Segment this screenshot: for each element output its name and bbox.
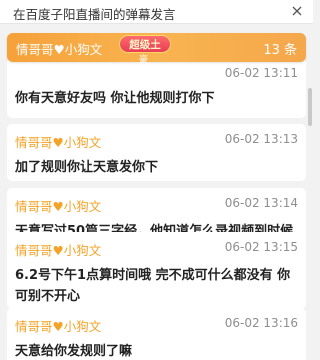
super-tycoon-badge: 超级土 xyxy=(119,35,171,53)
message-count: 13 条 xyxy=(263,43,297,58)
message-user: 情哥哥♥小狗文 xyxy=(15,135,102,150)
message-time: 06-02 13:14 xyxy=(224,196,298,210)
message-time: 06-02 13:15 xyxy=(224,240,298,254)
message-time: 06-02 13:11 xyxy=(224,66,298,80)
list-item: 情哥哥♥小狗文 06-02 13:13 加了规则你让天意发你下 xyxy=(7,124,306,181)
list-item: 06-02 13:11 你有天意好友吗 你让他规则打你下 xyxy=(7,58,306,118)
message-time: 06-02 13:13 xyxy=(224,132,298,146)
pinned-superfan-banner: 情哥哥♥小狗文 超级土 豪 13 条 xyxy=(7,33,306,65)
scrollbar-thumb[interactable] xyxy=(308,88,312,126)
window-titlebar: 在百度子阳直播间的弹幕发言 xyxy=(0,0,313,24)
message-user: 情哥哥♥小狗文 xyxy=(15,243,102,258)
message-time: 06-02 13:16 xyxy=(224,316,298,330)
message-text: 加了规则你让天意发你下 xyxy=(15,160,159,175)
close-icon[interactable] xyxy=(289,3,305,19)
message-text: 天意给你发规则了嘛 xyxy=(15,344,133,359)
badge-sub-label: 豪 xyxy=(139,55,149,65)
pinned-user: 情哥哥♥小狗文 xyxy=(16,42,103,57)
message-user: 情哥哥♥小狗文 xyxy=(15,319,102,334)
badge-label: 超级土 xyxy=(129,38,161,51)
message-text: 你有天意好友吗 你让他规则打你下 xyxy=(15,91,215,106)
message-text: 6.2号下午1点算时间哦 完不成可什么都没有 你可别不开心 xyxy=(15,268,291,304)
danmaku-list[interactable]: 06-02 13:11 你有天意好友吗 你让他规则打你下 情哥哥♥小狗文 06-… xyxy=(0,24,313,360)
message-user: 情哥哥♥小狗文 xyxy=(15,199,102,214)
window-title: 在百度子阳直播间的弹幕发言 xyxy=(13,7,176,22)
list-item: 情哥哥♥小狗文 06-02 13:16 天意给你发规则了嘛 xyxy=(7,308,306,360)
list-item: 情哥哥♥小狗文 06-02 13:15 6.2号下午1点算时间哦 完不成可什么都… xyxy=(7,232,306,309)
